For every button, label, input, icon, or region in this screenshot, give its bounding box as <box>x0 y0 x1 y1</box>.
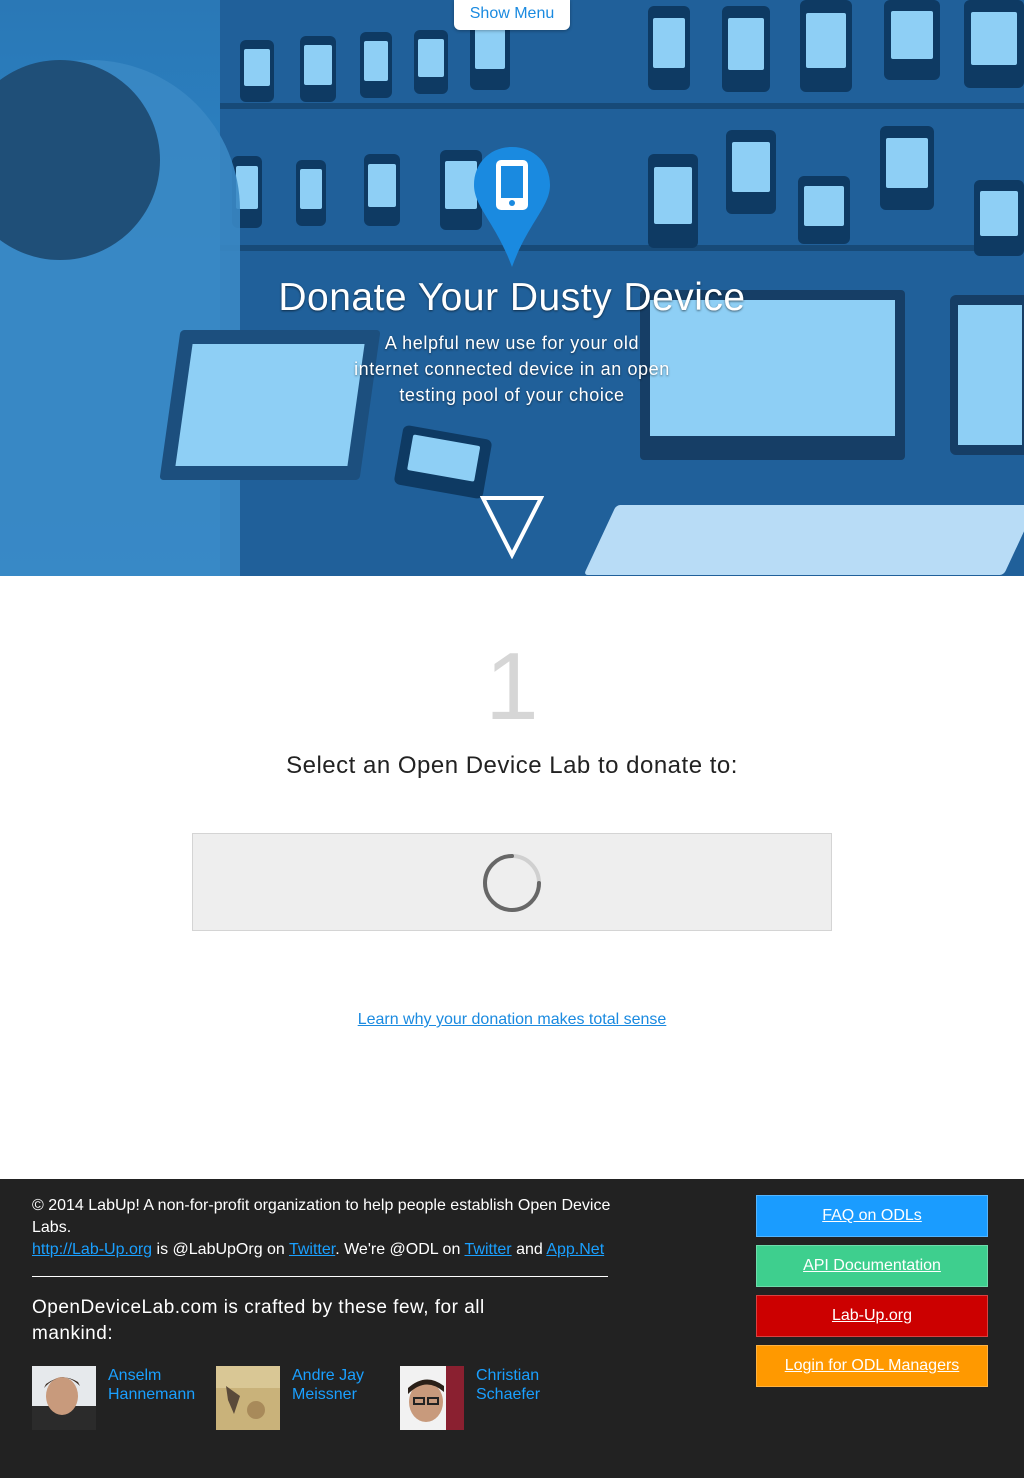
keyboard-image <box>583 505 1024 575</box>
hero-shelf <box>220 245 1024 251</box>
device-image <box>648 154 698 248</box>
learn-why-link[interactable]: Learn why your donation makes total sens… <box>0 1011 1024 1029</box>
device-image <box>364 154 400 226</box>
lab-selector[interactable] <box>192 833 832 931</box>
show-menu-button[interactable]: Show Menu <box>454 0 570 30</box>
avatar[interactable] <box>400 1366 464 1430</box>
device-image <box>648 6 690 90</box>
avatar[interactable] <box>216 1366 280 1430</box>
device-image <box>800 0 852 92</box>
team-member-name[interactable]: Christian Schaefer <box>476 1366 586 1404</box>
appnet-link[interactable]: App.Net <box>546 1241 604 1258</box>
social-text: is @LabUpOrg on <box>152 1241 289 1258</box>
login-managers-button[interactable]: Login for ODL Managers <box>756 1345 988 1387</box>
device-image <box>798 176 850 244</box>
social-line: http://Lab-Up.org is @LabUpOrg on Twitte… <box>32 1239 632 1261</box>
copyright-text: © 2014 LabUp! A non-for-profit organizat… <box>32 1197 611 1236</box>
hero-title: Donate Your Dusty Device <box>278 276 746 319</box>
device-image <box>974 180 1024 256</box>
hero-subtitle: A helpful new use for your old internet … <box>354 333 670 405</box>
lab-up-url-link[interactable]: http://Lab-Up.org <box>32 1241 152 1258</box>
scroll-down-arrow-icon[interactable] <box>480 495 544 559</box>
loading-spinner-icon <box>483 854 541 912</box>
step-number: 1 <box>485 633 539 740</box>
crafted-by-text: OpenDeviceLab.com is crafted by these fe… <box>32 1297 485 1344</box>
device-image <box>360 32 392 98</box>
team-member-name[interactable]: Andre Jay Meissner <box>292 1366 402 1404</box>
device-image <box>414 30 448 94</box>
step-label: Select an Open Device Lab to donate to: <box>286 752 738 779</box>
avatar[interactable] <box>32 1366 96 1430</box>
twitter-odl-link[interactable]: Twitter <box>465 1241 512 1258</box>
device-image <box>880 126 934 210</box>
map-pin-device-icon <box>474 147 550 267</box>
device-image <box>240 40 274 102</box>
device-image <box>726 130 776 214</box>
lab-up-button[interactable]: Lab-Up.org <box>756 1295 988 1337</box>
footer-divider <box>32 1276 608 1277</box>
hero-shelf <box>220 103 1024 109</box>
device-image <box>722 6 770 92</box>
laptop-image <box>159 330 381 480</box>
social-text: . We're @ODL on <box>335 1241 465 1258</box>
faq-button[interactable]: FAQ on ODLs <box>756 1195 988 1237</box>
device-image <box>300 36 336 102</box>
device-image <box>884 0 940 80</box>
footer: © 2014 LabUp! A non-for-profit organizat… <box>0 1179 1024 1478</box>
team-member-name[interactable]: Anselm Hannemann <box>108 1366 218 1404</box>
social-text: and <box>511 1241 547 1258</box>
device-image <box>296 160 326 226</box>
api-documentation-button[interactable]: API Documentation <box>756 1245 988 1287</box>
device-image <box>964 0 1024 88</box>
twitter-labup-link[interactable]: Twitter <box>289 1241 335 1258</box>
